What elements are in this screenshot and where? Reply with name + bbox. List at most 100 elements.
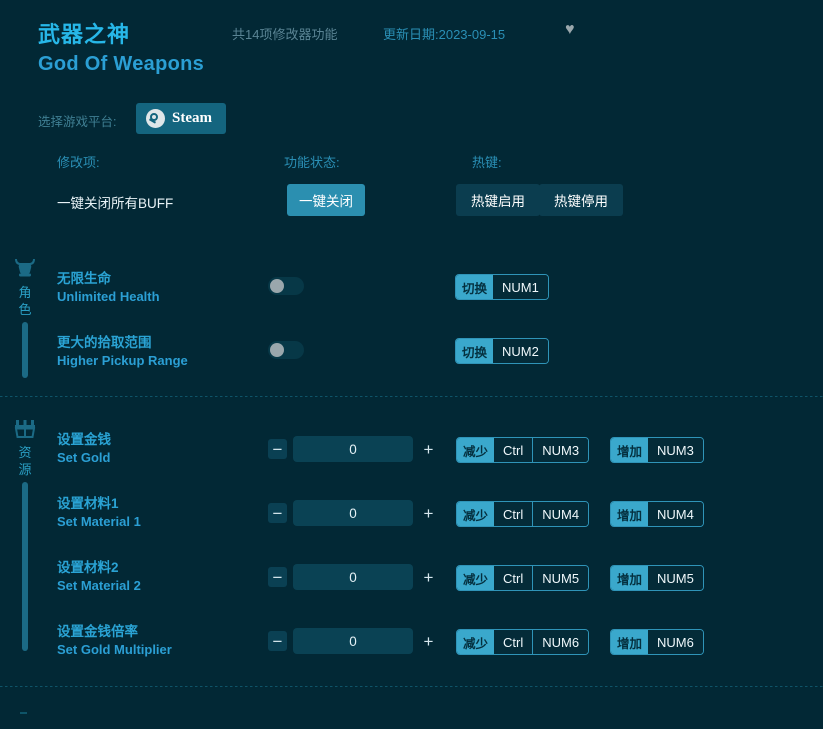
feature-name-group: 更大的拾取范围 Higher Pickup Range (57, 334, 188, 370)
hotkey-group-increase-material-1[interactable]: 增加 NUM4 (610, 501, 704, 527)
page-title-cn: 武器之神 (38, 17, 130, 49)
feature-name-cn: 设置材料1 (57, 495, 141, 513)
decrement-button[interactable]: − (268, 567, 287, 587)
column-heading-mod-item: 修改项: (57, 152, 100, 171)
stepper-set-material-1: − + (268, 500, 438, 526)
toggle-knob (270, 279, 284, 293)
hotkey-key-label: NUM6 (648, 630, 703, 654)
feature-name-en: Set Gold Multiplier (57, 641, 172, 659)
hotkey-action-label: 增加 (611, 438, 648, 462)
hotkey-key-label: NUM2 (493, 339, 548, 363)
value-input-set-gold[interactable] (293, 436, 413, 462)
footer-mark (20, 712, 27, 714)
feature-row: 设置金钱 Set Gold − + 减少 Ctrl NUM3 增加 NUM3 (0, 428, 823, 468)
hotkey-action-label: 切换 (456, 275, 493, 299)
hotkey-key-label: NUM6 (532, 630, 588, 654)
hotkey-group-unlimited-health[interactable]: 切换 NUM1 (455, 274, 549, 300)
feature-name-en: Set Gold (57, 449, 111, 467)
column-heading-function-state: 功能状态: (284, 152, 340, 171)
hotkey-group-decrease-material-2[interactable]: 减少 Ctrl NUM5 (456, 565, 589, 591)
hotkey-key-label: NUM4 (648, 502, 703, 526)
feature-name-en: Set Material 1 (57, 513, 141, 531)
steam-platform-button[interactable]: Steam (136, 103, 226, 134)
hotkey-action-label: 增加 (611, 630, 648, 654)
feature-name-group: 设置金钱倍率 Set Gold Multiplier (57, 623, 172, 659)
value-input-set-gold-multiplier[interactable] (293, 628, 413, 654)
hotkey-action-label: 切换 (456, 339, 493, 363)
steam-icon (146, 109, 165, 128)
global-buff-row: 一键关闭所有BUFF 一键关闭 热键启用 热键停用 (0, 184, 823, 218)
toggle-unlimited-health[interactable] (268, 277, 304, 295)
hotkey-key-label: NUM4 (532, 502, 588, 526)
increment-button[interactable]: + (419, 439, 438, 459)
hotkey-modifier-label: Ctrl (494, 438, 532, 462)
heart-icon[interactable]: ♥ (565, 22, 575, 38)
toggle-knob (270, 343, 284, 357)
feature-name-cn: 设置材料2 (57, 559, 141, 577)
app-header: 武器之神 God Of Weapons 共14项修改器功能 更新日期:2023-… (0, 0, 823, 95)
hotkey-action-label: 减少 (457, 502, 494, 526)
increment-button[interactable]: + (419, 567, 438, 587)
hotkey-key-label: NUM3 (532, 438, 588, 462)
hotkey-enable-button[interactable]: 热键启用 (456, 184, 540, 216)
feature-name-group: 设置材料1 Set Material 1 (57, 495, 141, 531)
feature-name-cn: 更大的拾取范围 (57, 334, 188, 352)
hotkey-group-decrease-gold[interactable]: 减少 Ctrl NUM3 (456, 437, 589, 463)
platform-selector-row: 选择游戏平台: Steam (0, 103, 823, 137)
hotkey-modifier-label: Ctrl (494, 566, 532, 590)
increment-button[interactable]: + (419, 631, 438, 651)
feature-name-group: 设置材料2 Set Material 2 (57, 559, 141, 595)
feature-row: 设置材料1 Set Material 1 − + 减少 Ctrl NUM4 增加… (0, 492, 823, 532)
feature-name-cn: 设置金钱倍率 (57, 623, 172, 641)
toggle-higher-pickup-range[interactable] (268, 341, 304, 359)
feature-name-cn: 无限生命 (57, 270, 160, 288)
decrement-button[interactable]: − (268, 439, 287, 459)
platform-label: 选择游戏平台: (38, 111, 116, 130)
column-heading-hotkey: 热键: (472, 152, 502, 171)
update-date-label: 更新日期:2023-09-15 (383, 24, 505, 43)
feature-name-en: Set Material 2 (57, 577, 141, 595)
page-title-en: God Of Weapons (38, 53, 204, 76)
hotkey-action-label: 减少 (457, 438, 494, 462)
hotkey-action-label: 减少 (457, 566, 494, 590)
decrement-button[interactable]: − (268, 503, 287, 523)
column-headings: 修改项: 功能状态: 热键: (0, 152, 823, 172)
hotkey-key-label: NUM1 (493, 275, 548, 299)
close-all-buffs-button[interactable]: 一键关闭 (287, 184, 365, 216)
feature-name-en: Unlimited Health (57, 288, 160, 306)
hotkey-group-increase-gold[interactable]: 增加 NUM3 (610, 437, 704, 463)
hotkey-group-increase-gold-multiplier[interactable]: 增加 NUM6 (610, 629, 704, 655)
section-divider (0, 396, 823, 397)
steam-platform-label: Steam (172, 110, 212, 127)
feature-row: 设置金钱倍率 Set Gold Multiplier − + 减少 Ctrl N… (0, 620, 823, 660)
hotkey-disable-button[interactable]: 热键停用 (539, 184, 623, 216)
hotkey-action-label: 减少 (457, 630, 494, 654)
feature-name-en: Higher Pickup Range (57, 352, 188, 370)
hotkey-group-higher-pickup-range[interactable]: 切换 NUM2 (455, 338, 549, 364)
feature-name-cn: 设置金钱 (57, 431, 111, 449)
hotkey-group-increase-material-2[interactable]: 增加 NUM5 (610, 565, 704, 591)
feature-name-group: 设置金钱 Set Gold (57, 431, 111, 467)
value-input-set-material-2[interactable] (293, 564, 413, 590)
hotkey-key-label: NUM3 (648, 438, 703, 462)
hotkey-key-label: NUM5 (648, 566, 703, 590)
value-input-set-material-1[interactable] (293, 500, 413, 526)
hotkey-action-label: 增加 (611, 502, 648, 526)
global-buff-label: 一键关闭所有BUFF (57, 192, 173, 212)
stepper-set-material-2: − + (268, 564, 438, 590)
hotkey-modifier-label: Ctrl (494, 630, 532, 654)
feature-count-label: 共14项修改器功能 (232, 24, 337, 43)
hotkey-action-label: 增加 (611, 566, 648, 590)
feature-row: 设置材料2 Set Material 2 − + 减少 Ctrl NUM5 增加… (0, 556, 823, 596)
stepper-set-gold-multiplier: − + (268, 628, 438, 654)
hotkey-group-decrease-gold-multiplier[interactable]: 减少 Ctrl NUM6 (456, 629, 589, 655)
stepper-set-gold: − + (268, 436, 438, 462)
hotkey-group-decrease-material-1[interactable]: 减少 Ctrl NUM4 (456, 501, 589, 527)
decrement-button[interactable]: − (268, 631, 287, 651)
increment-button[interactable]: + (419, 503, 438, 523)
feature-name-group: 无限生命 Unlimited Health (57, 270, 160, 306)
feature-row: 更大的拾取范围 Higher Pickup Range 切换 NUM2 (0, 330, 823, 370)
feature-row: 无限生命 Unlimited Health 切换 NUM1 (0, 266, 823, 306)
footer-divider (0, 686, 823, 687)
hotkey-key-label: NUM5 (532, 566, 588, 590)
